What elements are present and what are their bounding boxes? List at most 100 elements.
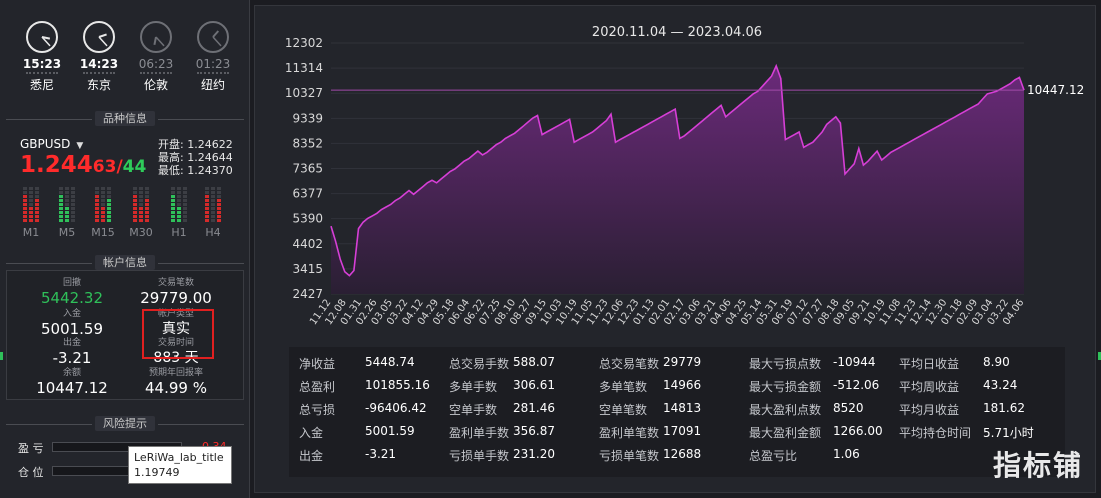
statistics-table: 净收益 5448.74 总盈利 101855.16 总亏损 -96406.42 入金 5001… — [289, 347, 1065, 477]
timeframe-meter-m15: M15 — [90, 186, 116, 239]
stat-row: 最大盈利点数 8520 — [749, 401, 883, 424]
stat-row: 多单笔数 14966 — [599, 378, 701, 401]
ask-pips: 44 — [122, 157, 147, 177]
stat-value: 306.61 — [513, 378, 555, 392]
symbol-name: GBPUSD — [20, 137, 71, 151]
clock-time: 14:23 — [79, 57, 119, 71]
expected-annual-return: 预期年回报率 44.99 % — [145, 368, 207, 397]
y-tick-label: 3415 — [292, 262, 323, 276]
stats-column: 最大亏损点数 -10944 最大亏损金额 -512.06 最大盈利点数 8520 最大盈利金… — [749, 355, 883, 470]
stat-label: 最大盈利金额 — [749, 426, 822, 440]
stat-row: 入金 5001.59 — [299, 424, 430, 447]
stat-value: 101855.16 — [365, 378, 430, 392]
timeframe-meter-h1: H1 — [166, 186, 192, 239]
timeframe-label: M30 — [129, 226, 153, 239]
stat-label: 盈利单笔数 — [599, 426, 660, 440]
clock-icon — [140, 21, 172, 53]
stats-column: 净收益 5448.74 总盈利 101855.16 总亏损 -96406.42 入金 5001… — [299, 355, 430, 470]
stat-value: 356.87 — [513, 424, 555, 438]
left-panel: 15:23 悉尼 14:23 东京 06:23 伦敦 01:23 纽约 品种信息… — [0, 0, 250, 498]
watermark-logo: 指标铺 — [992, 449, 1083, 482]
stat-row: 出金 -3.21 — [299, 447, 430, 470]
stat-row: 总盈亏比 1.06 — [749, 447, 883, 470]
stat-value: -3.21 — [365, 447, 397, 461]
stat-value: 231.20 — [513, 447, 555, 461]
equity-chart-panel: 2020.11.04 — 2023.04.06 12302 11314 10327 9… — [254, 5, 1096, 493]
edge-marker — [0, 352, 3, 360]
stat-row: 总交易手数 588.07 — [449, 355, 555, 378]
stat-label: 平均持仓时间 — [899, 426, 972, 440]
stat-label: 总盈利 — [299, 380, 336, 394]
position-label: 仓 位 — [18, 466, 44, 479]
y-tick-label: 2427 — [292, 287, 323, 301]
stat-label: 亏损单手数 — [449, 449, 510, 463]
bid-pips: 63 — [92, 157, 117, 177]
equity-area — [331, 65, 1024, 295]
stat-value: 1.06 — [833, 447, 860, 461]
timeframe-label: H4 — [205, 226, 221, 239]
clock-time: 01:23 — [195, 57, 231, 71]
stat-row: 空单手数 281.46 — [449, 401, 555, 424]
clock-time: 06:23 — [138, 57, 174, 71]
clock-newyork: 01:23 纽约 — [191, 20, 235, 93]
clock-time: 15:23 — [22, 57, 62, 71]
y-tick-label: 11314 — [285, 61, 323, 75]
stat-row: 净收益 5448.74 — [299, 355, 430, 378]
tooltip-title: LeRiWa_lab_title — [134, 451, 224, 464]
deposit: 入金 5001.59 — [40, 309, 104, 338]
stat-value: 5448.74 — [365, 355, 415, 369]
stat-row: 平均月收益 181.62 — [899, 401, 1034, 424]
clock-tokyo: 14:23 东京 — [77, 20, 121, 93]
stat-row: 空单笔数 14813 — [599, 401, 701, 424]
stat-row: 最大亏损点数 -10944 — [749, 355, 883, 378]
stat-row: 最大盈利金额 1266.00 — [749, 424, 883, 447]
chevron-down-icon: ▼ — [76, 141, 84, 151]
stats-column: 总交易手数 588.07 多单手数 306.61 空单手数 281.46 盈利单手数 356.… — [449, 355, 555, 470]
stat-label: 最大亏损金额 — [749, 380, 822, 394]
timeframe-label: M5 — [58, 226, 76, 239]
section-title-risk: 风险提示 — [0, 416, 250, 432]
trade-count: 交易笔数 29779.00 — [140, 278, 212, 307]
stat-value: 8520 — [833, 401, 864, 415]
highlight-box — [142, 309, 214, 359]
stat-label: 净收益 — [299, 357, 336, 371]
stat-row: 平均周收益 43.24 — [899, 378, 1034, 401]
symbol-selector[interactable]: GBPUSD ▼ — [20, 137, 83, 151]
timeframe-meter-h4: H4 — [200, 186, 226, 239]
bid-price: 1.244 — [20, 152, 93, 178]
y-tick-label: 6377 — [292, 187, 323, 201]
stat-label: 总交易笔数 — [599, 357, 660, 371]
equity-curve-chart: 2020.11.04 — 2023.04.06 12302 11314 10327 9… — [285, 25, 1084, 327]
withdrawal: 出金 -3.21 — [52, 338, 92, 367]
y-tick-label: 12302 — [285, 36, 323, 50]
stat-value: 29779 — [663, 355, 702, 369]
stat-label: 盈利单手数 — [449, 426, 510, 440]
stat-value: 8.90 — [983, 355, 1010, 369]
timeframe-meter-m30: M30 — [128, 186, 154, 239]
stat-value: 181.62 — [983, 401, 1025, 415]
last-value-label: 10447.12 — [1027, 83, 1084, 97]
clock-sydney: 15:23 悉尼 — [20, 20, 64, 93]
timeframe-meter-m1: M1 — [18, 186, 44, 239]
clock-icon — [83, 21, 115, 53]
stat-label: 空单手数 — [449, 403, 498, 417]
section-title-account: 帐户信息 — [0, 255, 250, 271]
stat-label: 平均周收益 — [899, 380, 960, 394]
y-tick-label: 7365 — [292, 161, 323, 175]
clock-icon — [26, 21, 58, 53]
drawdown: 回撤 5442.32 — [40, 278, 104, 307]
stat-row: 盈利单笔数 17091 — [599, 424, 701, 447]
stat-label: 平均月收益 — [899, 403, 960, 417]
stat-row: 平均日收益 8.90 — [899, 355, 1034, 378]
tooltip: LeRiWa_lab_title 1.19749 — [128, 446, 232, 484]
balance: 余额 10447.12 — [36, 368, 108, 397]
low-price: 最低: 1.24370 — [158, 164, 233, 177]
stat-value: 14813 — [663, 401, 702, 415]
stat-label: 亏损单笔数 — [599, 449, 660, 463]
stat-label: 多单笔数 — [599, 380, 648, 394]
stat-row: 亏损单手数 231.20 — [449, 447, 555, 470]
stat-label: 出金 — [299, 449, 324, 463]
stat-row: 总亏损 -96406.42 — [299, 401, 430, 424]
clock-london: 06:23 伦敦 — [134, 20, 178, 93]
stat-value: 14966 — [663, 378, 702, 392]
